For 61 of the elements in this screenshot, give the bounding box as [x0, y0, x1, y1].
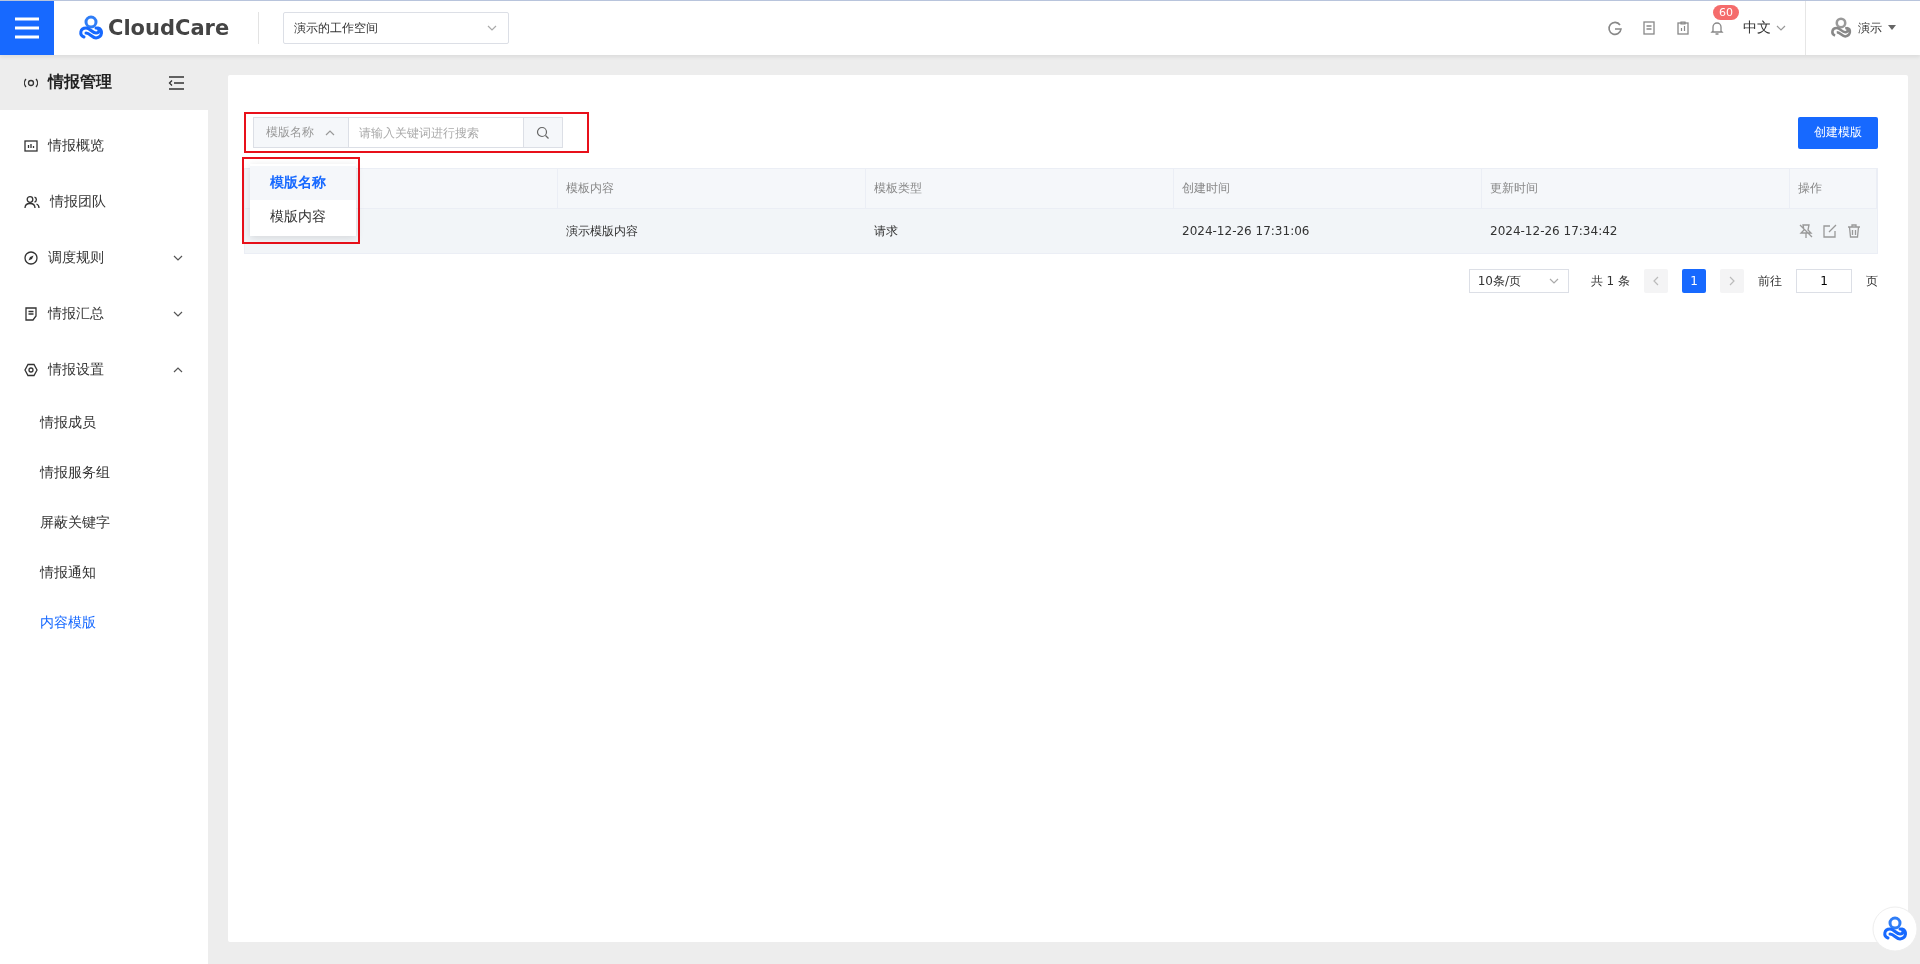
workspace-select[interactable]: 演示的工作空间: [283, 12, 509, 44]
sidebar-item[interactable]: 情报汇总: [0, 286, 208, 342]
search-field[interactable]: 请输入关键词进行搜索: [349, 117, 523, 148]
logo-icon: [78, 15, 104, 41]
sidebar-item[interactable]: 情报团队: [0, 174, 208, 230]
submenu-item[interactable]: 内容模版: [0, 598, 208, 648]
sidebar-item[interactable]: 情报概览: [0, 118, 208, 174]
sidebar-label: 情报概览: [48, 137, 105, 155]
edit-icon[interactable]: [1822, 223, 1838, 239]
total-count: 共 1 条: [1590, 272, 1630, 290]
sidebar-item[interactable]: 调度规则: [0, 230, 208, 286]
menu-icon: [14, 17, 40, 39]
sidebar-title: 情报管理: [48, 72, 113, 93]
dropdown-option[interactable]: 模版名称: [250, 166, 356, 200]
assistant-icon[interactable]: [1872, 906, 1918, 952]
column-header: 模板类型: [866, 169, 1174, 209]
chart-icon: [24, 139, 38, 153]
logo-text: CloudCare: [108, 16, 230, 40]
page-button[interactable]: 1: [1682, 269, 1706, 293]
create-button[interactable]: 创建模版: [1798, 116, 1878, 149]
user-menu[interactable]: 演示: [1805, 1, 1920, 55]
caret-icon: [1888, 25, 1896, 31]
submenu-item[interactable]: 情报通知: [0, 548, 208, 598]
column-header: 创建时间: [1174, 169, 1482, 209]
dropdown-option[interactable]: 模版内容: [250, 200, 356, 234]
sidebar-label: 情报团队: [50, 193, 107, 211]
submenu-item[interactable]: 情报成员: [0, 398, 208, 448]
settings-icon: [24, 363, 38, 377]
table-cell: 演示模版内容: [558, 209, 866, 253]
table-cell: 2024-12-26 17:31:06: [1174, 209, 1482, 253]
table-cell: 2024-12-26 17:34:42: [1482, 209, 1790, 253]
page-input[interactable]: 1: [1796, 269, 1852, 293]
submenu-item[interactable]: 屏蔽关键字: [0, 498, 208, 548]
document-icon[interactable]: [1641, 20, 1657, 36]
collapse-icon[interactable]: [168, 75, 184, 90]
table-cell: 请求: [866, 209, 1174, 253]
compass-icon: [24, 251, 38, 265]
sidebar-label: 情报设置: [48, 361, 105, 379]
pin-off-icon[interactable]: [1798, 223, 1814, 239]
menu-button[interactable]: [0, 1, 54, 55]
page-suffix: 页: [1866, 272, 1878, 290]
search-icon: [536, 125, 550, 140]
page-size-select[interactable]: 10条/页: [1468, 269, 1569, 293]
sidebar-label: 情报汇总: [48, 305, 105, 323]
avatar-icon: [1830, 17, 1852, 39]
bell-icon[interactable]: [1709, 20, 1725, 36]
sidebar-label: 调度规则: [48, 249, 105, 267]
delete-icon[interactable]: [1846, 223, 1862, 239]
notification-count: 60: [1713, 5, 1739, 20]
people-icon: [24, 195, 40, 209]
column-header: 操作: [1790, 169, 1877, 209]
goto-label: 前往: [1758, 272, 1782, 290]
language-select[interactable]: 中文: [1743, 19, 1787, 37]
refresh-icon[interactable]: [1607, 20, 1623, 36]
sidebar-item[interactable]: 情报设置: [0, 342, 208, 398]
submenu-item[interactable]: 情报服务组: [0, 448, 208, 498]
clipboard-icon[interactable]: [1675, 20, 1691, 36]
note-icon: [24, 307, 38, 321]
search-button[interactable]: [523, 117, 563, 148]
column-header: 模板内容: [558, 169, 866, 209]
column-header: 更新时间: [1482, 169, 1790, 209]
